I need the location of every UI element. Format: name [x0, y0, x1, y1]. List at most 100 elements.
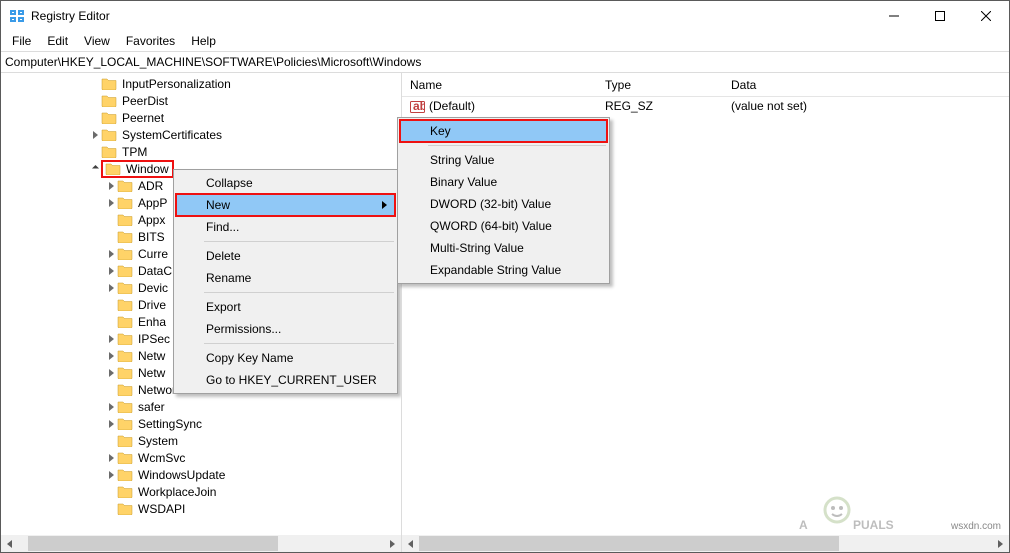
tree-item-label: Window — [125, 162, 170, 176]
menu-item[interactable]: Collapse — [176, 172, 395, 194]
tree-item[interactable]: safer — [1, 398, 401, 415]
menu-item-label: Go to HKEY_CURRENT_USER — [206, 373, 377, 387]
menu-item[interactable]: Permissions... — [176, 318, 395, 340]
tree-item-label: WorkplaceJoin — [137, 485, 217, 499]
col-header-type[interactable]: Type — [597, 78, 723, 92]
tree-item-label: WSDAPI — [137, 502, 186, 516]
app-icon — [9, 8, 25, 24]
menu-item[interactable]: Copy Key Name — [176, 347, 395, 369]
tree-item-label: Netw — [137, 366, 166, 380]
list-header: Name Type Data — [402, 73, 1009, 97]
tree-item-label: WindowsUpdate — [137, 468, 226, 482]
tree-item-label: ADR — [137, 179, 164, 193]
tree-item[interactable]: WorkplaceJoin — [1, 483, 401, 500]
value-name: (Default) — [429, 99, 475, 113]
scroll-left-icon[interactable] — [1, 535, 18, 552]
tree-item-label: SettingSync — [137, 417, 203, 431]
close-button[interactable] — [963, 1, 1009, 31]
tree-item[interactable]: PeerDist — [1, 92, 401, 109]
tree-item-label: System — [137, 434, 179, 448]
tree-expander-icon[interactable] — [89, 129, 101, 141]
tree-expander-icon — [105, 316, 117, 328]
menu-edit[interactable]: Edit — [40, 32, 75, 50]
tree-expander-icon — [89, 146, 101, 158]
menu-item[interactable]: Expandable String Value — [400, 259, 607, 281]
maximize-button[interactable] — [917, 1, 963, 31]
menu-separator — [204, 343, 394, 344]
menu-item[interactable]: Export — [176, 296, 395, 318]
menu-file[interactable]: File — [5, 32, 38, 50]
scroll-left-icon[interactable] — [402, 535, 419, 552]
tree-item-label: BITS — [137, 230, 166, 244]
tree-expander-icon[interactable] — [105, 265, 117, 277]
address-bar[interactable]: Computer\HKEY_LOCAL_MACHINE\SOFTWARE\Pol… — [1, 51, 1009, 73]
menu-item[interactable]: QWORD (64-bit) Value — [400, 215, 607, 237]
tree-expander-icon[interactable] — [105, 418, 117, 430]
menu-item[interactable]: Binary Value — [400, 171, 607, 193]
tree-hscroll[interactable] — [1, 535, 401, 552]
menu-item[interactable]: New — [176, 194, 395, 216]
watermark: wsxdn.com — [951, 521, 1001, 532]
menu-item[interactable]: Go to HKEY_CURRENT_USER — [176, 369, 395, 391]
menu-item-label: QWORD (64-bit) Value — [430, 219, 552, 233]
tree-item[interactable]: InputPersonalization — [1, 75, 401, 92]
scroll-right-icon[interactable] — [992, 535, 1009, 552]
menu-item-label: New — [206, 198, 230, 212]
tree-item[interactable]: WcmSvc — [1, 449, 401, 466]
col-header-data[interactable]: Data — [723, 78, 1009, 92]
menu-favorites[interactable]: Favorites — [119, 32, 182, 50]
tree-item[interactable]: WSDAPI — [1, 500, 401, 517]
tree-expander-icon[interactable] — [105, 197, 117, 209]
svg-text:PUALS: PUALS — [853, 518, 894, 532]
menu-help[interactable]: Help — [184, 32, 223, 50]
address-text: Computer\HKEY_LOCAL_MACHINE\SOFTWARE\Pol… — [5, 55, 421, 69]
tree-item[interactable]: SystemCertificates — [1, 126, 401, 143]
tree-expander-icon — [105, 435, 117, 447]
registry-editor-window: Registry Editor File Edit View Favorites… — [0, 0, 1010, 553]
tree-expander-icon[interactable] — [105, 367, 117, 379]
menu-item[interactable]: String Value — [400, 149, 607, 171]
window-title: Registry Editor — [31, 9, 871, 23]
menu-item-label: Rename — [206, 271, 251, 285]
menu-item-label: Export — [206, 300, 241, 314]
menu-item[interactable]: Key — [400, 120, 607, 142]
list-row[interactable]: ab (Default) REG_SZ (value not set) — [402, 97, 1009, 115]
menu-separator — [204, 241, 394, 242]
tree-expander-icon[interactable] — [105, 401, 117, 413]
scroll-track[interactable] — [18, 535, 384, 552]
tree-item-label: Curre — [137, 247, 169, 261]
tree-expander-icon[interactable] — [105, 282, 117, 294]
scroll-thumb[interactable] — [28, 536, 278, 551]
menu-item[interactable]: Multi-String Value — [400, 237, 607, 259]
tree-item[interactable]: Peernet — [1, 109, 401, 126]
tree-expander-icon — [105, 299, 117, 311]
tree-expander-icon[interactable] — [105, 452, 117, 464]
tree-expander-icon[interactable] — [105, 469, 117, 481]
tree-expander-icon[interactable] — [89, 163, 101, 175]
tree-expander-icon — [105, 503, 117, 515]
tree-expander-icon — [105, 486, 117, 498]
menubar: File Edit View Favorites Help — [1, 31, 1009, 51]
tree-item[interactable]: TPM — [1, 143, 401, 160]
scroll-right-icon[interactable] — [384, 535, 401, 552]
menu-item-label: Multi-String Value — [430, 241, 524, 255]
tree-expander-icon[interactable] — [105, 350, 117, 362]
tree-item-label: DataC — [137, 264, 173, 278]
tree-expander-icon — [89, 95, 101, 107]
tree-item[interactable]: SettingSync — [1, 415, 401, 432]
menu-view[interactable]: View — [77, 32, 117, 50]
tree-expander-icon[interactable] — [105, 333, 117, 345]
col-header-name[interactable]: Name — [402, 78, 597, 92]
tree-expander-icon[interactable] — [105, 248, 117, 260]
scroll-thumb[interactable] — [419, 536, 839, 551]
tree-item[interactable]: System — [1, 432, 401, 449]
minimize-button[interactable] — [871, 1, 917, 31]
menu-item[interactable]: Find... — [176, 216, 395, 238]
menu-item[interactable]: DWORD (32-bit) Value — [400, 193, 607, 215]
tree-expander-icon[interactable] — [105, 180, 117, 192]
value-data: (value not set) — [731, 99, 807, 113]
tree-item[interactable]: WindowsUpdate — [1, 466, 401, 483]
context-submenu-new: Key String ValueBinary ValueDWORD (32-bit… — [397, 117, 610, 284]
menu-item[interactable]: Delete — [176, 245, 395, 267]
menu-item[interactable]: Rename — [176, 267, 395, 289]
